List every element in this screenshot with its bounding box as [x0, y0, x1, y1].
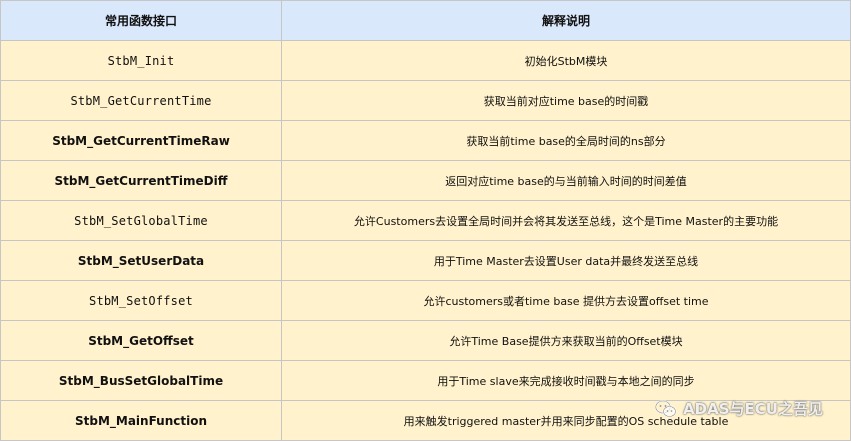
table-row: StbM_GetCurrentTimeRaw 获取当前time base的全局时间…: [0, 120, 851, 161]
table-row: StbM_GetCurrentTimeDiff 返回对应time base的与当前…: [0, 160, 851, 201]
description-cell: 允许Customers去设置全局时间并会将其发送至总线，这个是Time Mast…: [281, 200, 851, 241]
function-name-cell: StbM_GetCurrentTimeRaw: [0, 120, 282, 161]
header-row: 常用函数接口 解释说明: [0, 0, 851, 41]
function-name-cell: StbM_GetCurrentTimeDiff: [0, 160, 282, 201]
table-header: 常用函数接口 解释说明: [0, 0, 851, 41]
function-name-cell: StbM_BusSetGlobalTime: [0, 360, 282, 401]
table-body: StbM_Init 初始化StbM模块 StbM_GetCurrentTime 获取当…: [0, 40, 851, 441]
function-name-cell: StbM_SetGlobalTime: [0, 200, 282, 241]
table-row: StbM_SetOffset 允许customers或者time base 提供方…: [0, 280, 851, 321]
description-cell: 获取当前对应time base的时间戳: [281, 80, 851, 121]
function-name-cell: StbM_SetUserData: [0, 240, 282, 281]
description-cell: 允许Time Base提供方来获取当前的Offset模块: [281, 320, 851, 361]
description-cell: 用来触发triggered master并用来同步配置的OS schedule …: [281, 400, 851, 441]
description-cell: 返回对应time base的与当前输入时间的时间差值: [281, 160, 851, 201]
table-row: StbM_BusSetGlobalTime 用于Time slave来完成接收时间…: [0, 360, 851, 401]
description-cell: 用于Time Master去设置User data并最终发送至总线: [281, 240, 851, 281]
function-name-cell: StbM_GetOffset: [0, 320, 282, 361]
description-cell: 获取当前time base的全局时间的ns部分: [281, 120, 851, 161]
description-cell: 用于Time slave来完成接收时间戳与本地之间的同步: [281, 360, 851, 401]
table-row: StbM_GetCurrentTime 获取当前对应time base的时间戳: [0, 80, 851, 121]
description-column-header: 解释说明: [281, 0, 851, 41]
table-row: StbM_Init 初始化StbM模块: [0, 40, 851, 81]
table-row: StbM_MainFunction 用来触发triggered master并用来…: [0, 400, 851, 441]
table-row: StbM_SetUserData 用于Time Master去设置User dat…: [0, 240, 851, 281]
description-cell: 允许customers或者time base 提供方去设置offset time: [281, 280, 851, 321]
function-name-cell: StbM_GetCurrentTime: [0, 80, 282, 121]
function-name-cell: StbM_SetOffset: [0, 280, 282, 321]
table-row: StbM_GetOffset 允许Time Base提供方来获取当前的Offset…: [0, 320, 851, 361]
table-row: StbM_SetGlobalTime 允许Customers去设置全局时间并会将其…: [0, 200, 851, 241]
function-name-cell: StbM_Init: [0, 40, 282, 81]
function-name-cell: StbM_MainFunction: [0, 400, 282, 441]
description-cell: 初始化StbM模块: [281, 40, 851, 81]
api-function-table: 常用函数接口 解释说明 StbM_Init 初始化StbM模块 StbM_GetCu…: [0, 0, 851, 441]
function-column-header: 常用函数接口: [0, 0, 282, 41]
